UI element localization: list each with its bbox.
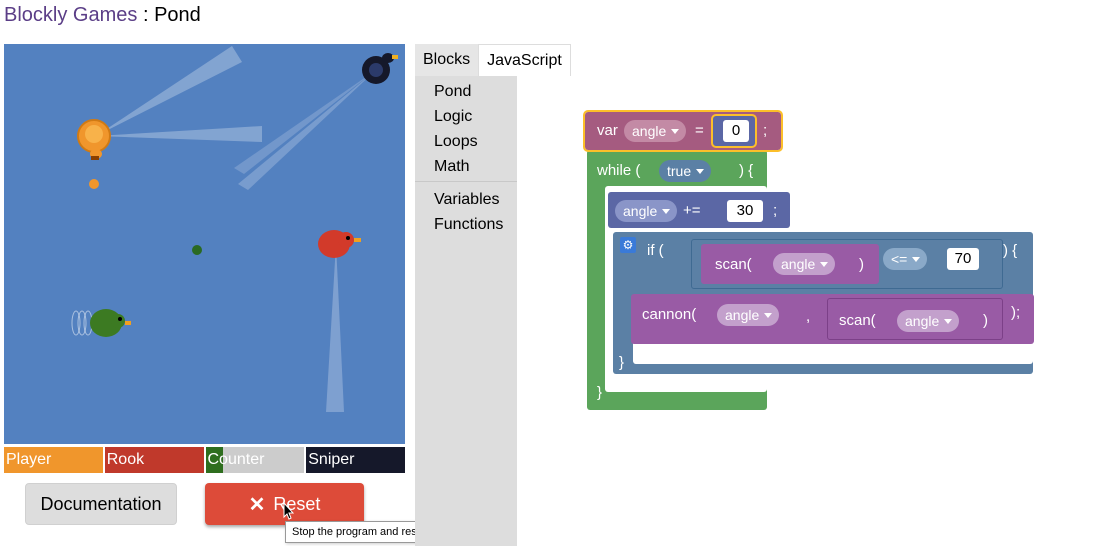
scan-beam xyxy=(96,46,242,136)
avatar-player: Player xyxy=(4,447,103,473)
while-open-label: while ( xyxy=(597,162,641,179)
app-name-link[interactable]: Blockly Games xyxy=(4,4,137,26)
documentation-button[interactable]: Documentation xyxy=(25,483,177,525)
sniper-duck xyxy=(362,53,398,84)
avatar-status-bar: Player Rook Counter Sniper xyxy=(4,447,405,473)
increment-value-field[interactable]: 30 xyxy=(727,200,763,222)
category-pond[interactable]: Pond xyxy=(434,82,471,102)
increment-semicolon: ; xyxy=(773,202,778,219)
category-loops[interactable]: Loops xyxy=(434,132,478,152)
cannon-arg-dropdown[interactable]: angle xyxy=(717,304,780,326)
if-close-brace: } xyxy=(619,354,625,371)
reset-button-label: Reset xyxy=(273,493,321,514)
while-close-brace: } xyxy=(597,384,603,401)
category-functions[interactable]: Functions xyxy=(434,215,503,235)
tab-javascript[interactable]: JavaScript xyxy=(478,44,571,76)
missile xyxy=(192,245,202,255)
documentation-button-label: Documentation xyxy=(40,493,162,514)
avatar-counter: Counter xyxy=(205,447,305,473)
scan-beam xyxy=(96,126,262,142)
scan-beam xyxy=(326,244,344,412)
increment-operator: += xyxy=(683,202,701,219)
scan-beam xyxy=(234,70,376,174)
avatar-name: Sniper xyxy=(308,451,355,468)
compare-op-dropdown[interactable]: <= xyxy=(883,248,928,270)
avatar-sniper: Sniper xyxy=(306,447,405,473)
while-close-label: ) { xyxy=(739,162,754,179)
avatar-rook: Rook xyxy=(104,447,204,473)
counter-duck xyxy=(71,309,131,337)
avatar-name: Counter xyxy=(207,451,265,468)
avatar-name: Rook xyxy=(106,451,145,468)
scan-arg-dropdown-2[interactable]: angle xyxy=(897,310,960,332)
blockly-workspace[interactable]: while ( true ) { } var angle = 0 ; angle… xyxy=(517,76,1094,546)
scan-label: scan( xyxy=(715,256,752,273)
gear-icon[interactable]: ⚙ xyxy=(620,237,636,253)
scan-arg-dropdown[interactable]: angle xyxy=(773,253,836,275)
if-close-label: ) { xyxy=(1003,242,1018,259)
toolbox-divider xyxy=(415,181,517,182)
page-title: Blockly Games : Pond xyxy=(4,3,201,27)
editor-tabs: Blocks JavaScript xyxy=(415,44,571,76)
scan-label-2: scan( xyxy=(839,312,876,329)
player-duck xyxy=(77,119,111,160)
mouse-pointer-icon xyxy=(283,502,295,520)
if-open-label: if ( xyxy=(647,242,664,259)
compare-value-field[interactable]: 70 xyxy=(947,248,979,270)
pond-arena xyxy=(4,44,405,444)
scan-close-paren-2: ) xyxy=(983,312,988,329)
cannon-label: cannon( xyxy=(642,306,697,323)
assign-operator: = xyxy=(695,122,704,139)
avatar-name: Player xyxy=(6,451,52,468)
scan-close-paren: ) xyxy=(859,256,864,273)
blockly-toolbox: Pond Logic Loops Math Variables Function… xyxy=(415,76,517,546)
level-name: Pond xyxy=(154,4,201,26)
close-x-icon: ✕ xyxy=(248,493,266,516)
true-dropdown[interactable]: true xyxy=(659,160,712,182)
category-logic[interactable]: Logic xyxy=(434,107,472,127)
var-name-dropdown[interactable]: angle xyxy=(624,120,687,142)
title-separator: : xyxy=(142,4,149,26)
cannon-call-end: ); xyxy=(1011,304,1021,321)
cannon-comma: , xyxy=(806,308,811,325)
increment-var-dropdown[interactable]: angle xyxy=(615,200,678,222)
var-semicolon: ; xyxy=(763,122,768,139)
category-variables[interactable]: Variables xyxy=(434,190,500,210)
tab-blocks[interactable]: Blocks xyxy=(415,44,479,76)
rook-duck xyxy=(318,230,361,258)
category-math[interactable]: Math xyxy=(434,157,470,177)
var-keyword: var xyxy=(597,122,618,139)
missile xyxy=(89,179,99,189)
init-value-field[interactable]: 0 xyxy=(723,120,749,142)
